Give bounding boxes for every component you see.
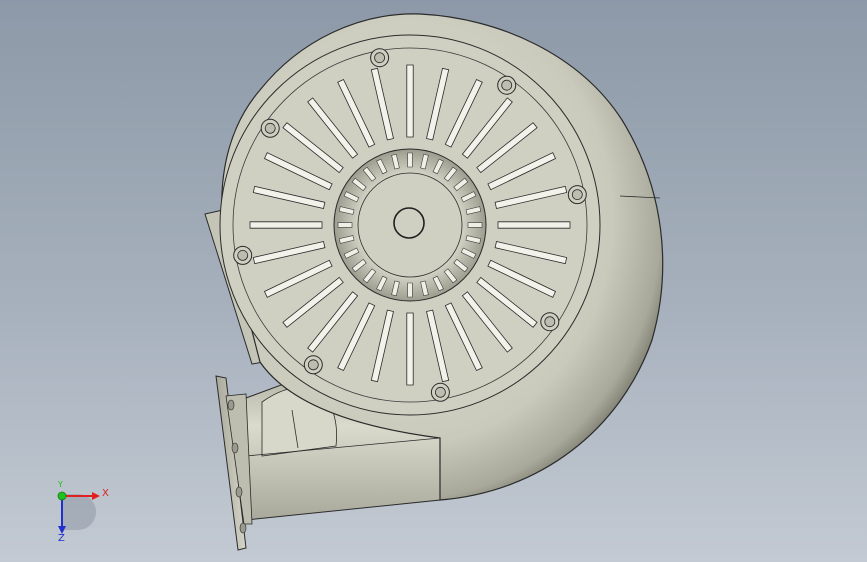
bolt-hole bbox=[567, 185, 587, 205]
x-axis-arrow bbox=[92, 492, 100, 500]
hub-slot bbox=[467, 222, 483, 228]
bolt-hole bbox=[540, 312, 560, 332]
inlet-slot bbox=[406, 64, 414, 138]
hub-slot bbox=[337, 222, 353, 228]
shaft-hole bbox=[393, 207, 425, 239]
bolt-hole bbox=[260, 118, 280, 138]
bolt-hole bbox=[303, 355, 323, 375]
blower-model[interactable] bbox=[0, 0, 867, 562]
x-axis-label: X bbox=[102, 488, 109, 499]
inlet-slot bbox=[497, 221, 571, 229]
hub-slot bbox=[407, 152, 413, 168]
bolt-hole bbox=[430, 382, 450, 402]
z-axis-label: Z bbox=[58, 533, 65, 544]
y-axis-label: Y bbox=[58, 480, 63, 489]
triad-shadow bbox=[62, 494, 96, 530]
inlet-slot bbox=[249, 221, 323, 229]
axis-triad: X Y Z bbox=[44, 480, 114, 544]
bolt-hole bbox=[233, 245, 253, 265]
y-axis-dot bbox=[57, 491, 67, 501]
graphics-viewport[interactable]: X Y Z bbox=[0, 0, 867, 562]
bolt-hole bbox=[497, 75, 517, 95]
inlet-slot bbox=[406, 312, 414, 386]
bolt-hole bbox=[370, 48, 390, 68]
hub-slot bbox=[407, 282, 413, 298]
